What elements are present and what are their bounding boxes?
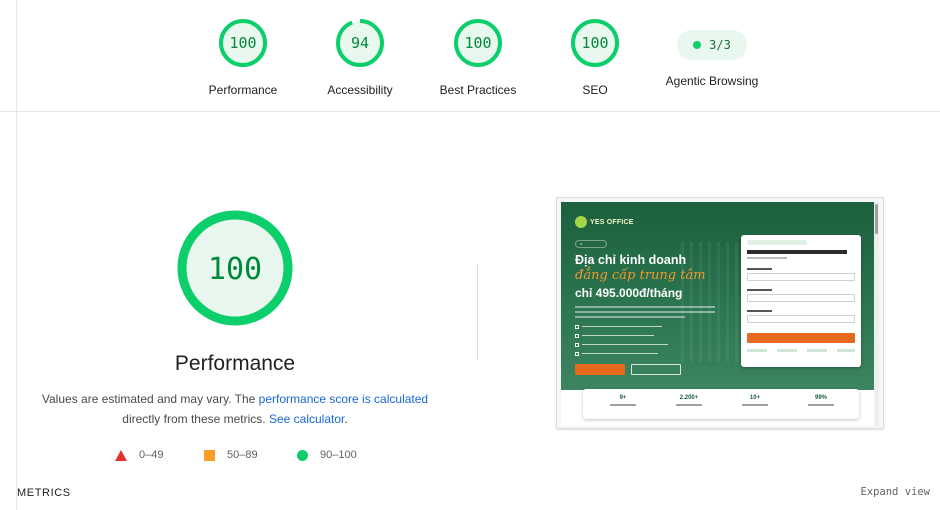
gauge-seo-label: SEO [582, 83, 608, 97]
thumbnail-page: YES OFFICE ● Địa chỉ kinh doanh đẳng cấp… [561, 202, 879, 426]
thumb-list-item [575, 333, 654, 338]
thumb-stat-value: 9+ [619, 395, 627, 401]
gauge-best-practices-ring: 100 [454, 19, 502, 67]
gauge-seo-score: 100 [581, 34, 608, 52]
thumb-form-select [747, 315, 855, 323]
thumb-logo: YES OFFICE [575, 216, 634, 228]
thumb-stat-value: 99% [814, 395, 827, 401]
final-screenshot-thumbnail[interactable]: YES OFFICE ● Địa chỉ kinh doanh đẳng cấp… [556, 197, 884, 429]
category-gauges: 100 Performance 94 Accessibility 100 Bes… [0, 0, 940, 112]
gauge-performance-score: 100 [229, 34, 256, 52]
pass-dot-icon [693, 41, 702, 49]
legend-pass-range: 90–100 [320, 449, 357, 461]
gauge-performance-label: Performance [208, 83, 278, 97]
thumb-form-badge [747, 240, 807, 245]
desc-prefix: Values are estimated and may vary. The [41, 392, 259, 406]
gauge-accessibility-ring: 94 [336, 19, 384, 67]
triangle-icon [115, 449, 127, 461]
thumb-stat: 2.200+ [659, 395, 719, 406]
desc-mid: directly from these metrics. [122, 412, 266, 426]
thumb-cta-secondary [631, 364, 681, 375]
thumb-text-line [575, 311, 715, 313]
agentic-pill: 3/3 [677, 30, 747, 60]
thumb-form-input [747, 294, 855, 302]
see-calculator-link[interactable]: See calculator [269, 412, 344, 426]
thumb-cta-primary [575, 364, 625, 375]
thumb-stat: 9+ [593, 395, 653, 406]
thumb-form-subtitle [747, 257, 787, 259]
thumb-text-line [575, 306, 715, 308]
thumb-hero-bg [681, 242, 741, 362]
thumb-stat-value: 10+ [749, 395, 761, 401]
thumb-headline-3: chỉ 495.000đ/tháng [575, 286, 683, 300]
gauge-best-practices-label: Best Practices [439, 83, 517, 97]
expand-view-button[interactable]: Expand view [860, 486, 930, 498]
gauge-best-practices-score: 100 [464, 34, 491, 52]
performance-title: Performance [174, 352, 296, 375]
performance-score-link[interactable]: performance score is calculated [259, 392, 428, 406]
legend-average-range: 50–89 [227, 449, 258, 461]
thumb-hero-badge: ● [575, 240, 607, 248]
legend-fail: 0–49 [115, 449, 163, 461]
thumb-text-line [575, 316, 685, 318]
gauge-seo[interactable]: 100 SEO [535, 18, 655, 97]
legend-average: 50–89 [204, 449, 258, 461]
gauge-accessibility-score: 94 [351, 34, 369, 52]
thumb-scrollbar [874, 202, 879, 426]
thumb-stats-bar: 9+ 2.200+ 10+ 99% [583, 389, 859, 419]
gauge-agentic-browsing[interactable]: 3/3 Agentic Browsing [652, 18, 772, 88]
gauge-best-practices[interactable]: 100 Best Practices [418, 18, 538, 97]
gauge-accessibility[interactable]: 94 Accessibility [300, 18, 420, 97]
thumb-form-label [747, 310, 772, 312]
gauge-seo-ring: 100 [571, 19, 619, 67]
thumb-hero: YES OFFICE ● Địa chỉ kinh doanh đẳng cấp… [561, 202, 879, 390]
thumb-headline-1: Địa chỉ kinh doanh [575, 253, 687, 267]
thumb-form-submit [747, 333, 855, 343]
gauge-performance-ring: 100 [219, 19, 267, 67]
thumb-form-label [747, 268, 772, 270]
vertical-divider [477, 264, 478, 360]
square-icon [204, 449, 215, 461]
performance-big-gauge: 100 [177, 210, 293, 326]
thumb-form-input [747, 273, 855, 281]
desc-suffix: . [344, 412, 348, 426]
performance-big-score: 100 [208, 252, 262, 287]
thumb-list-item [575, 342, 668, 347]
performance-description: Values are estimated and may vary. The p… [40, 389, 430, 429]
thumb-headline-2: đẳng cấp trung tâm [575, 268, 706, 283]
thumb-stat-value: 2.200+ [679, 395, 699, 401]
metrics-heading: METRICS [17, 487, 71, 499]
legend-fail-range: 0–49 [139, 449, 164, 461]
agentic-label: Agentic Browsing [665, 74, 759, 88]
thumb-logo-text: YES OFFICE [590, 218, 634, 226]
thumb-form-title [747, 250, 847, 254]
thumb-list-item [575, 324, 662, 329]
thumb-form-footer [747, 349, 855, 352]
thumb-list-item [575, 351, 658, 356]
thumb-quote-form [741, 235, 861, 367]
circle-icon [297, 449, 308, 461]
agentic-value: 3/3 [709, 38, 731, 52]
thumb-form-label [747, 289, 772, 291]
gauge-performance[interactable]: 100 Performance [183, 18, 303, 97]
thumb-stat: 10+ [725, 395, 785, 406]
thumb-stat: 99% [791, 395, 851, 406]
leaf-logo-icon [575, 216, 587, 228]
gauge-accessibility-label: Accessibility [327, 83, 393, 97]
legend-pass: 90–100 [297, 449, 357, 461]
